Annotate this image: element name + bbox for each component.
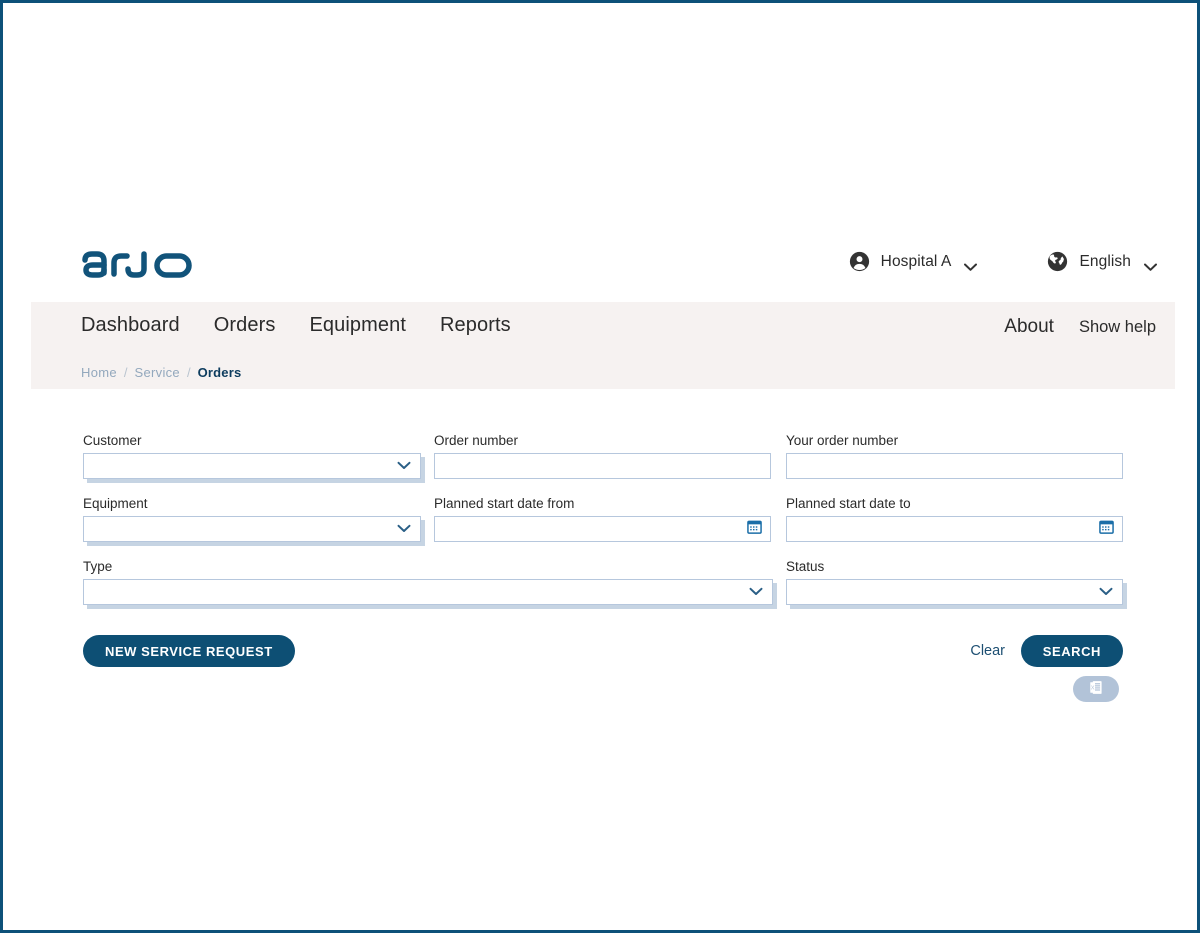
field-status: Status (786, 559, 1123, 605)
field-label-customer: Customer (83, 433, 142, 448)
form-actions: NEW SERVICE REQUEST Clear SEARCH X (83, 635, 1123, 702)
arjo-logo[interactable] (81, 245, 197, 285)
nav-item-about[interactable]: About (1004, 316, 1054, 338)
field-order-number: Order number (434, 433, 771, 479)
globe-icon (1047, 251, 1068, 272)
search-button[interactable]: SEARCH (1020, 635, 1123, 667)
breadcrumb-item-home[interactable]: Home (81, 365, 117, 380)
field-label-planned-start-date-to: Planned start date to (786, 496, 911, 511)
status-select[interactable] (786, 579, 1123, 605)
equipment-select[interactable] (83, 516, 421, 542)
field-label-your-order-number: Your order number (786, 433, 899, 448)
form-row-1: Customer Order number Your order number (83, 433, 1123, 481)
field-type: Type (83, 559, 773, 605)
clear-link[interactable]: Clear (970, 643, 1005, 659)
field-equipment: Equipment (83, 496, 421, 542)
order-number-input[interactable] (434, 453, 771, 479)
form-row-2: Equipment Planned start date from Planne… (83, 496, 1123, 544)
nav-item-dashboard[interactable]: Dashboard (81, 314, 180, 337)
breadcrumb-separator: / (123, 365, 128, 380)
orders-search-form: Customer Order number Your order number (83, 433, 1123, 622)
planned-start-date-from-input[interactable] (434, 516, 771, 542)
chevron-down-icon (1099, 583, 1113, 601)
account-label: Hospital A (880, 252, 952, 270)
calendar-icon[interactable] (747, 519, 762, 539)
field-label-status: Status (786, 559, 825, 574)
chevron-down-icon (397, 520, 411, 538)
field-planned-start-date-from: Planned start date from (434, 496, 771, 542)
account-menu[interactable]: Hospital A (849, 251, 978, 272)
planned-start-date-to-input[interactable] (786, 516, 1123, 542)
nav-item-equipment[interactable]: Equipment (309, 314, 406, 337)
breadcrumb: Home / Service / Orders (81, 365, 241, 380)
field-label-planned-start-date-from: Planned start date from (434, 496, 575, 511)
customer-select[interactable] (83, 453, 421, 479)
show-help-link[interactable]: Show help (1079, 318, 1156, 337)
field-planned-start-date-to: Planned start date to (786, 496, 1123, 542)
svg-text:X: X (1090, 686, 1094, 692)
chevron-down-icon (964, 258, 978, 271)
language-label: English (1079, 252, 1131, 270)
field-label-type: Type (83, 559, 113, 574)
new-service-request-button[interactable]: NEW SERVICE REQUEST (83, 635, 295, 667)
nav-item-reports[interactable]: Reports (440, 314, 511, 337)
your-order-number-input[interactable] (786, 453, 1123, 479)
account-circle-icon (849, 251, 870, 272)
field-label-equipment: Equipment (83, 496, 148, 511)
chevron-down-icon (749, 583, 763, 601)
type-select[interactable] (83, 579, 773, 605)
chevron-down-icon (1144, 258, 1157, 271)
language-menu[interactable]: English (1047, 251, 1157, 272)
breadcrumb-item-service[interactable]: Service (135, 365, 180, 380)
form-row-3: Type Status (83, 559, 1123, 607)
calendar-icon[interactable] (1099, 519, 1114, 539)
nav-item-orders[interactable]: Orders (214, 314, 276, 337)
secondary-nav: About Show help (1004, 316, 1156, 338)
field-customer: Customer (83, 433, 421, 479)
site-header: Hospital A English (31, 229, 1175, 302)
field-label-order-number: Order number (434, 433, 519, 448)
chevron-down-icon (397, 457, 411, 475)
main-navigation-band: Dashboard Orders Equipment Reports About… (31, 302, 1175, 389)
header-utilities: Hospital A English (849, 251, 1157, 272)
field-your-order-number: Your order number (786, 433, 1123, 479)
breadcrumb-separator: / (186, 365, 191, 380)
main-nav: Dashboard Orders Equipment Reports (81, 314, 511, 337)
excel-export-icon: X (1088, 679, 1105, 699)
breadcrumb-item-orders: Orders (197, 365, 242, 380)
excel-export-button[interactable]: X (1073, 676, 1119, 702)
application-window: Hospital A English Dashboard Orders Equi… (0, 0, 1200, 933)
